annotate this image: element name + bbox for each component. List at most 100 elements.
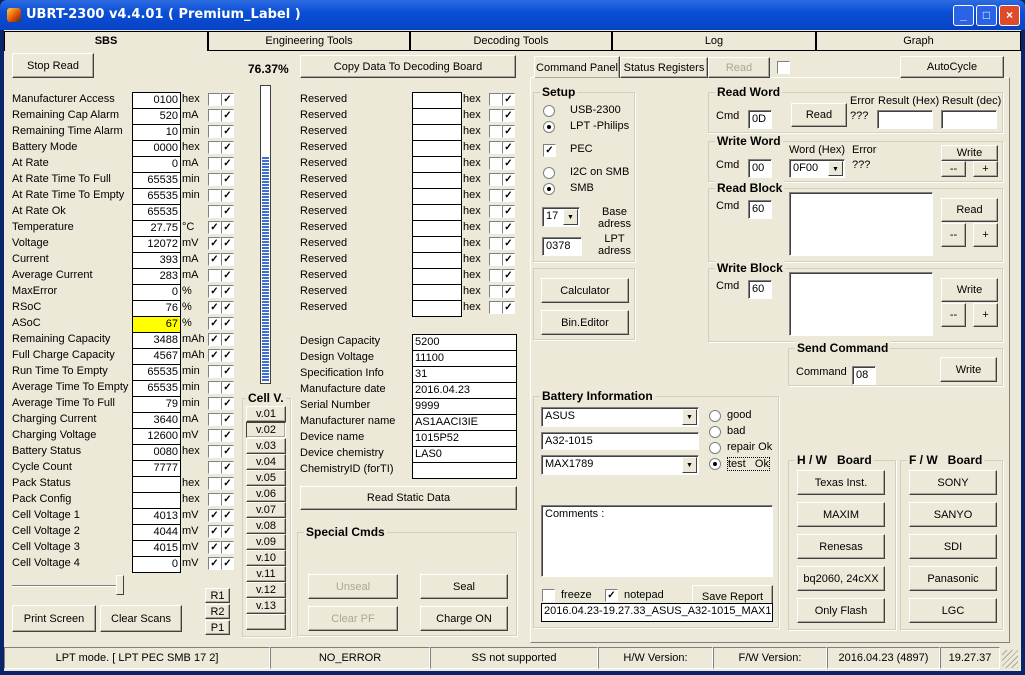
- write-block-minus-button[interactable]: --: [941, 303, 966, 327]
- reserved-scan-checkbox[interactable]: [489, 269, 502, 282]
- sbs-log-checkbox[interactable]: ✓: [221, 285, 234, 298]
- hw-board-button[interactable]: MAXIM: [797, 502, 885, 527]
- cell-voltage-button[interactable]: v.06: [246, 486, 286, 502]
- clear-pf-button[interactable]: Clear PF: [308, 606, 398, 631]
- sbs-log-checkbox[interactable]: ✓: [221, 349, 234, 362]
- sbs-log-checkbox[interactable]: ✓: [221, 253, 234, 266]
- cell-voltage-button[interactable]: v.05: [246, 470, 286, 486]
- lpt-address-input[interactable]: 0378: [542, 237, 582, 256]
- cell-voltage-button[interactable]: v.03: [246, 438, 286, 454]
- write-word-minus-button[interactable]: --: [941, 161, 966, 177]
- sbs-scan-checkbox[interactable]: [208, 157, 221, 170]
- cell-voltage-button[interactable]: v.04: [246, 454, 286, 470]
- sbs-log-checkbox[interactable]: ✓: [221, 557, 234, 570]
- sbs-scan-checkbox[interactable]: ✓: [208, 221, 221, 234]
- sbs-scan-checkbox[interactable]: [208, 413, 221, 426]
- reserved-scan-checkbox[interactable]: [489, 253, 502, 266]
- sbs-log-checkbox[interactable]: ✓: [221, 237, 234, 250]
- write-block-plus-button[interactable]: +: [973, 303, 998, 327]
- sbs-scan-checkbox[interactable]: ✓: [208, 285, 221, 298]
- sbs-scan-checkbox[interactable]: ✓: [208, 317, 221, 330]
- cell-voltage-button[interactable]: v.13: [246, 598, 286, 614]
- freeze-checkbox[interactable]: [542, 589, 555, 602]
- autocycle-button[interactable]: AutoCycle: [900, 56, 1004, 78]
- sbs-scan-checkbox[interactable]: ✓: [208, 557, 221, 570]
- sbs-scan-checkbox[interactable]: [208, 461, 221, 474]
- sbs-log-checkbox[interactable]: ✓: [221, 509, 234, 522]
- slider-thumb[interactable]: [116, 575, 124, 595]
- read-block-button[interactable]: Read: [941, 198, 998, 222]
- charge-on-button[interactable]: Charge ON: [420, 606, 508, 631]
- write-block-input[interactable]: [789, 272, 933, 336]
- sbs-log-checkbox[interactable]: ✓: [221, 125, 234, 138]
- sbs-scan-checkbox[interactable]: [208, 365, 221, 378]
- sbs-log-checkbox[interactable]: ✓: [221, 109, 234, 122]
- read-block-cmd-input[interactable]: 60: [748, 200, 772, 219]
- clear-scans-button[interactable]: Clear Scans: [100, 605, 182, 632]
- sbs-log-checkbox[interactable]: ✓: [221, 157, 234, 170]
- close-button[interactable]: ×: [999, 5, 1020, 26]
- bad-radio[interactable]: [709, 426, 721, 438]
- sbs-scan-checkbox[interactable]: [208, 93, 221, 106]
- reserved-scan-checkbox[interactable]: [489, 125, 502, 138]
- cell-voltage-button[interactable]: v.09: [246, 534, 286, 550]
- bin-editor-button[interactable]: Bin.Editor: [541, 310, 629, 335]
- sbs-log-checkbox[interactable]: ✓: [221, 477, 234, 490]
- read-block-output[interactable]: [789, 192, 933, 256]
- cell-voltage-button[interactable]: v.07: [246, 502, 286, 518]
- reserved-log-checkbox[interactable]: ✓: [502, 221, 515, 234]
- reserved-log-checkbox[interactable]: ✓: [502, 141, 515, 154]
- sbs-log-checkbox[interactable]: ✓: [221, 365, 234, 378]
- reserved-log-checkbox[interactable]: ✓: [502, 205, 515, 218]
- sbs-scan-checkbox[interactable]: ✓: [208, 333, 221, 346]
- sbs-scan-checkbox[interactable]: ✓: [208, 525, 221, 538]
- sbs-log-checkbox[interactable]: ✓: [221, 445, 234, 458]
- sbs-scan-checkbox[interactable]: [208, 109, 221, 122]
- cell-voltage-button[interactable]: v.08: [246, 518, 286, 534]
- sbs-scan-checkbox[interactable]: [208, 125, 221, 138]
- sbs-log-checkbox[interactable]: ✓: [221, 317, 234, 330]
- good-radio[interactable]: [709, 410, 721, 422]
- sbs-log-checkbox[interactable]: ✓: [221, 397, 234, 410]
- sbs-scan-checkbox[interactable]: [208, 493, 221, 506]
- sbs-scan-checkbox[interactable]: ✓: [208, 349, 221, 362]
- sbs-scan-checkbox[interactable]: ✓: [208, 509, 221, 522]
- reserved-log-checkbox[interactable]: ✓: [502, 301, 515, 314]
- reserved-log-checkbox[interactable]: ✓: [502, 125, 515, 138]
- send-command-input[interactable]: 08: [852, 366, 876, 385]
- status-read-button[interactable]: Read: [708, 57, 770, 78]
- sbs-scan-checkbox[interactable]: [208, 397, 221, 410]
- stop-read-button[interactable]: Stop Read: [12, 53, 94, 78]
- r2-button[interactable]: R2: [205, 604, 230, 619]
- tab-command-panel[interactable]: Command Panel: [534, 56, 620, 78]
- sbs-scan-checkbox[interactable]: [208, 205, 221, 218]
- sbs-scan-checkbox[interactable]: [208, 445, 221, 458]
- unseal-button[interactable]: Unseal: [308, 574, 398, 599]
- fw-board-button[interactable]: SDI: [909, 534, 997, 559]
- sbs-log-checkbox[interactable]: ✓: [221, 493, 234, 506]
- minimize-button[interactable]: _: [953, 5, 974, 26]
- fw-board-button[interactable]: Panasonic: [909, 566, 997, 591]
- tab-decoding-tools[interactable]: Decoding Tools: [410, 31, 612, 50]
- reserved-scan-checkbox[interactable]: [489, 189, 502, 202]
- reserved-log-checkbox[interactable]: ✓: [502, 189, 515, 202]
- chevron-down-icon[interactable]: ▼: [828, 161, 843, 176]
- notepad-checkbox[interactable]: ✓: [605, 589, 618, 602]
- cell-voltage-button[interactable]: v.12: [246, 582, 286, 598]
- repair-ok-radio[interactable]: [709, 442, 721, 454]
- reserved-scan-checkbox[interactable]: [489, 157, 502, 170]
- hw-board-button[interactable]: Texas Inst.: [797, 470, 885, 495]
- write-block-cmd-input[interactable]: 60: [748, 280, 772, 299]
- reserved-scan-checkbox[interactable]: [489, 173, 502, 186]
- reserved-log-checkbox[interactable]: ✓: [502, 157, 515, 170]
- resize-grip-icon[interactable]: [1002, 650, 1018, 668]
- sbs-log-checkbox[interactable]: ✓: [221, 381, 234, 394]
- sbs-scan-checkbox[interactable]: [208, 429, 221, 442]
- maximize-button[interactable]: □: [976, 5, 997, 26]
- reserved-scan-checkbox[interactable]: [489, 141, 502, 154]
- tab-graph[interactable]: Graph: [816, 31, 1021, 50]
- usb-radio[interactable]: [543, 105, 555, 117]
- sbs-log-checkbox[interactable]: ✓: [221, 301, 234, 314]
- maker-select[interactable]: ASUS ▼: [541, 407, 699, 427]
- cell-voltage-button[interactable]: v.02: [246, 422, 286, 438]
